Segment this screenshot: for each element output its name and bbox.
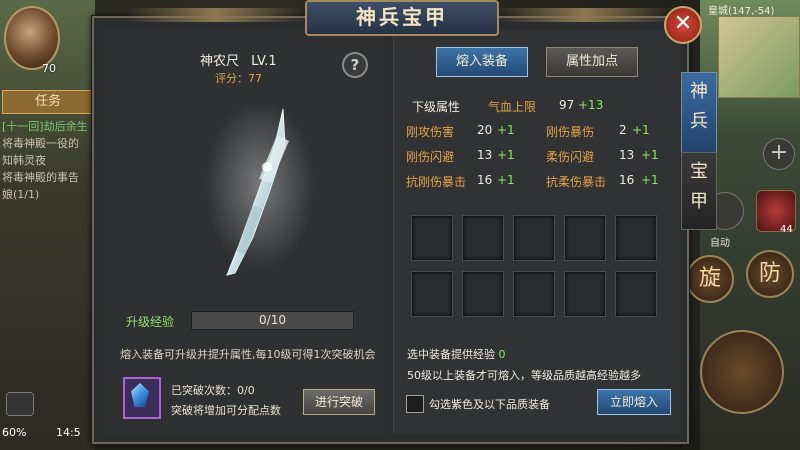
equipment-slot[interactable] (462, 271, 504, 317)
breakthrough-count: 已突破次数：0/0 (171, 382, 255, 398)
exp-label: 升级经验 (126, 315, 175, 329)
attr-bonus: +1 (497, 148, 515, 162)
attr-name: 柔伤闪避 (546, 150, 595, 164)
attr-value: 20 (477, 123, 493, 137)
attr-value: 13 (619, 148, 635, 162)
provided-exp-label: 选中装备提供经验 (407, 348, 495, 361)
help-icon[interactable]: ? (342, 52, 368, 78)
attr-hp-bonus: +13 (578, 98, 604, 112)
map-coordinates: 皇城(147,-54) (708, 6, 775, 17)
potion-count: 44 (780, 224, 793, 235)
side-tab-armor-label: 宝甲 (690, 161, 708, 212)
attr-value: 13 (477, 148, 493, 162)
player-avatar[interactable] (4, 6, 60, 70)
side-tab-armor[interactable]: 宝甲 (681, 152, 717, 230)
item-score-value: 77 (248, 72, 262, 85)
select-quality-label: 勾选紫色及以下品质装备 (429, 398, 550, 411)
breakthrough-hint: 突破将增加可分配点数 (171, 404, 281, 417)
camera-icon[interactable] (6, 392, 34, 416)
item-score: 评分：77 (215, 70, 262, 86)
quest-line: 知韩灵夜 (2, 154, 46, 167)
attr-bonus: +1 (632, 123, 650, 137)
battery-level: 60% (2, 426, 27, 439)
equipment-slot[interactable] (615, 271, 657, 317)
attr-name: 刚伤暴伤 (546, 125, 595, 139)
equipment-slot[interactable] (615, 215, 657, 261)
fuse-now-button[interactable]: 立即熔入 (597, 389, 671, 415)
attr-hp-name: 气血上限 (488, 100, 537, 114)
attr-name: 刚攻伤害 (406, 125, 455, 139)
attr-name: 抗柔伤暴击 (546, 175, 607, 189)
skill-spin-button[interactable]: 旋 (686, 255, 734, 303)
quest-line: 将毒神殿一役的 (2, 137, 79, 150)
provided-exp: 选中装备提供经验 0 (407, 346, 506, 362)
attr-value: 16 (619, 173, 635, 187)
quest-tracker[interactable]: [十一回]劫后余生 将毒神殿一役的 知韩灵夜 将毒神殿的事告 娘(1/1) (2, 118, 94, 203)
sword-icon (205, 100, 315, 276)
exp-progress-bar: 0/10 (191, 311, 354, 330)
title-ornament-right (495, 8, 675, 22)
fusion-rule: 50级以上装备才可熔入，等级品质越高经验越多 (407, 369, 641, 382)
title-ornament-left (125, 8, 305, 22)
status-bar: 60% 14:5 (2, 426, 81, 439)
equipment-slot[interactable] (564, 271, 606, 317)
quest-line: 娘(1/1) (2, 188, 40, 201)
attr-name: 抗刚伤暴击 (406, 175, 467, 189)
equipment-slot[interactable] (513, 215, 555, 261)
attr-hp-value: 97 (559, 98, 575, 112)
next-level-header: 下级属性 (412, 100, 461, 114)
equipment-slot[interactable] (564, 215, 606, 261)
skill-defend-button[interactable]: 防 (746, 250, 794, 298)
upgrade-hint: 熔入装备可升级并提升属性,每10级可得1次突破机会 (120, 348, 376, 361)
player-level: 70 (42, 62, 56, 75)
weapon-image (205, 100, 315, 280)
attr-bonus: +1 (641, 173, 659, 187)
side-tab-weapon[interactable]: 神兵 (681, 72, 717, 154)
tab-attribute-points[interactable]: 属性加点 (546, 47, 638, 77)
select-quality-checkbox[interactable] (406, 395, 424, 413)
attr-bonus: +1 (641, 148, 659, 162)
clock: 14:5 (55, 426, 81, 439)
main-attack-button[interactable] (700, 330, 784, 414)
equipment-slot[interactable] (513, 271, 555, 317)
breakthrough-count-label: 已突破次数： (171, 384, 237, 397)
tab-fuse-equipment[interactable]: 熔入装备 (436, 47, 528, 77)
item-score-label: 评分： (215, 72, 248, 85)
equipment-slot[interactable] (462, 215, 504, 261)
side-tab-weapon-label: 神兵 (690, 81, 708, 132)
breakthrough-button[interactable]: 进行突破 (303, 389, 375, 415)
attr-bonus: +1 (497, 173, 515, 187)
item-level: LV.1 (251, 54, 277, 69)
expand-button[interactable]: + (763, 138, 795, 170)
quest-line: [十一回]劫后余生 (2, 120, 88, 133)
breakthrough-count-value: 0/0 (237, 384, 255, 397)
panel-title: 神兵宝甲 (305, 0, 499, 36)
close-button[interactable]: ✕ (664, 6, 702, 44)
auto-battle-label: 自动 (710, 238, 730, 249)
attr-value: 16 (477, 173, 493, 187)
provided-exp-value: 0 (498, 348, 506, 361)
minimap[interactable] (718, 16, 800, 98)
task-tab[interactable]: 任务 (2, 90, 94, 114)
item-name-text: 神农尺 (200, 54, 240, 69)
equipment-slot[interactable] (411, 271, 453, 317)
item-name: 神农尺 LV.1 (200, 50, 277, 69)
attr-value: 2 (619, 123, 627, 137)
quest-line: 将毒神殿的事告 (2, 171, 79, 184)
attr-name: 刚伤闪避 (406, 150, 455, 164)
attr-bonus: +1 (497, 123, 515, 137)
equipment-slot[interactable] (411, 215, 453, 261)
